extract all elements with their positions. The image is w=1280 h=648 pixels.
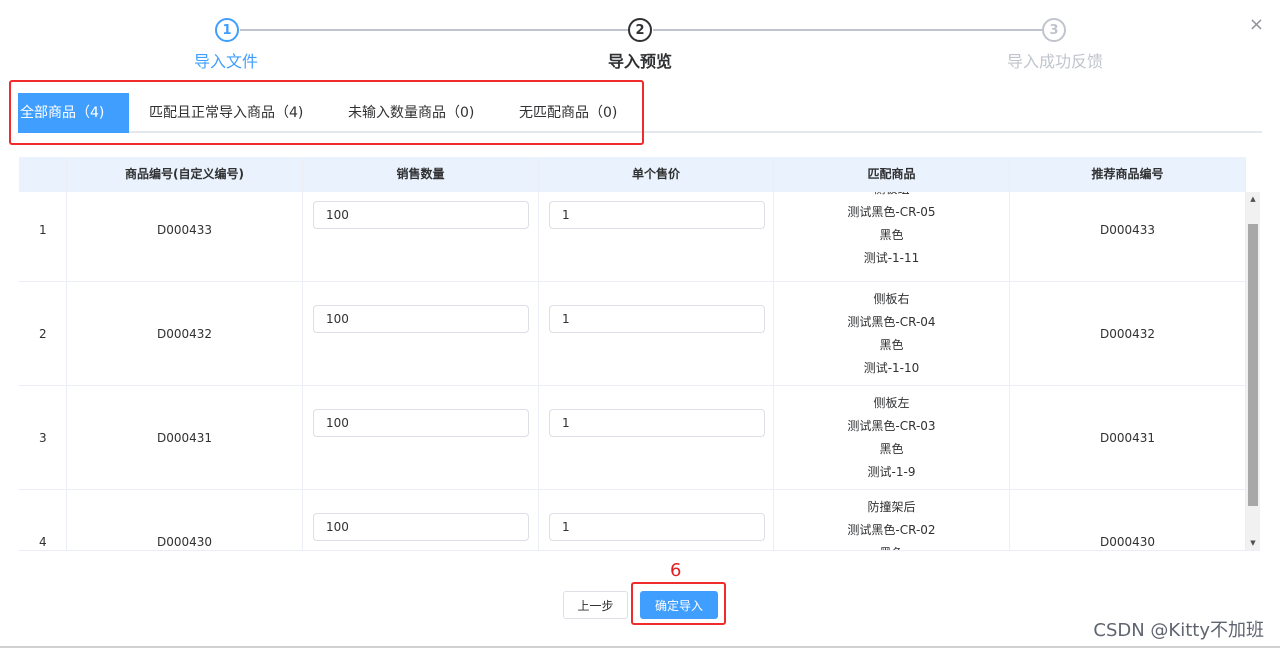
table-row: 3 D000431 100 1 侧板左 测试黑色-CR-03 黑色 测试-1-9…	[19, 386, 1246, 490]
product-filter-tabs: 全部商品（4) 匹配且正常导入商品（4) 未输入数量商品（0) 无匹配商品（0)	[18, 93, 1262, 133]
row-index: 2	[19, 282, 67, 385]
table-scrollbar[interactable]: ▲ ▼	[1246, 192, 1260, 550]
confirm-import-button[interactable]: 确定导入	[640, 591, 718, 619]
matched-product-name: 侧板组	[774, 192, 1009, 201]
product-code: D000430	[67, 490, 303, 550]
product-code: D000431	[67, 386, 303, 489]
quantity-input[interactable]: 100	[313, 305, 529, 333]
matched-product-cell: 侧板组 测试黑色-CR-05 黑色 测试-1-11	[774, 192, 1010, 281]
column-header-recommended-code: 推荐商品编号	[1010, 157, 1246, 192]
step-1-label: 导入文件	[193, 52, 258, 71]
matched-product-spec: 测试-1-9	[867, 465, 916, 479]
tab-all-products[interactable]: 全部商品（4)	[18, 93, 129, 133]
scroll-thumb[interactable]	[1248, 224, 1258, 506]
matched-product-spec: 测试-1-10	[863, 361, 920, 375]
recommended-code: D000431	[1010, 386, 1246, 489]
column-header-matched-product: 匹配商品	[774, 157, 1010, 192]
tab-no-quantity-products[interactable]: 未输入数量商品（0)	[348, 93, 474, 133]
matched-product-model: 测试黑色-CR-02	[847, 523, 936, 537]
matched-product-color: 黑色	[879, 228, 904, 242]
row-index: 3	[19, 386, 67, 489]
recommended-code: D000432	[1010, 282, 1246, 385]
quantity-input[interactable]: 100	[313, 201, 529, 229]
matched-product-name: 侧板右	[873, 292, 910, 306]
table-header: 商品编号(自定义编号) 销售数量 单个售价 匹配商品 推荐商品编号	[19, 157, 1246, 192]
matched-product-model: 测试黑色-CR-03	[847, 419, 936, 433]
annotation-step-number: 6	[670, 560, 682, 581]
step-3-label: 导入成功反馈	[1006, 52, 1103, 71]
matched-product-color: 黑色	[879, 442, 904, 456]
preview-table: 商品编号(自定义编号) 销售数量 单个售价 匹配商品 推荐商品编号 1 D000…	[19, 157, 1260, 551]
table-row: 4 D000430 100 1 防撞架后 测试黑色-CR-02 黑色 D0004…	[19, 490, 1246, 550]
previous-step-button[interactable]: 上一步	[563, 591, 628, 619]
quantity-input[interactable]: 100	[313, 409, 529, 437]
product-code: D000433	[67, 192, 303, 281]
recommended-code: D000430	[1010, 490, 1246, 550]
step-3-circle: 3	[1042, 18, 1066, 42]
matched-product-cell: 侧板左 测试黑色-CR-03 黑色 测试-1-9	[774, 386, 1010, 489]
step-2-circle: 2	[628, 18, 652, 42]
column-header-code: 商品编号(自定义编号)	[67, 157, 303, 192]
matched-product-name: 侧板左	[873, 396, 910, 410]
step-connector	[240, 29, 628, 31]
row-index: 4	[19, 490, 67, 550]
quantity-input[interactable]: 100	[313, 513, 529, 541]
product-code: D000432	[67, 282, 303, 385]
price-input[interactable]: 1	[549, 305, 765, 333]
table-body: 1 D000433 100 1 侧板组 测试黑色-CR-05 黑色 测试-1-1…	[19, 192, 1246, 550]
matched-product-cell: 侧板右 测试黑色-CR-04 黑色 测试-1-10	[774, 282, 1010, 385]
matched-product-model: 测试黑色-CR-05	[847, 205, 936, 219]
step-connector	[653, 29, 1042, 31]
matched-product-color: 黑色	[879, 338, 904, 352]
column-header-price: 单个售价	[539, 157, 774, 192]
close-icon[interactable]: ×	[1249, 14, 1264, 35]
table-row: 2 D000432 100 1 侧板右 测试黑色-CR-04 黑色 测试-1-1…	[19, 282, 1246, 386]
tab-unmatched-products[interactable]: 无匹配商品（0)	[519, 93, 617, 133]
matched-product-name: 防撞架后	[867, 500, 916, 514]
column-header-index	[19, 157, 67, 192]
price-input[interactable]: 1	[549, 201, 765, 229]
scroll-up-arrow-icon[interactable]: ▲	[1246, 192, 1260, 206]
tab-matched-products[interactable]: 匹配且正常导入商品（4)	[149, 93, 303, 133]
step-2-label: 导入预览	[607, 52, 672, 71]
watermark: CSDN @Kitty不加班	[1093, 620, 1264, 641]
column-header-quantity: 销售数量	[303, 157, 539, 192]
matched-product-spec: 测试-1-11	[863, 251, 920, 265]
matched-product-model: 测试黑色-CR-04	[847, 315, 936, 329]
step-1-circle: 1	[215, 18, 239, 42]
scroll-down-arrow-icon[interactable]: ▼	[1246, 536, 1260, 550]
recommended-code: D000433	[1010, 192, 1246, 281]
price-input[interactable]: 1	[549, 409, 765, 437]
matched-product-cell: 防撞架后 测试黑色-CR-02 黑色	[774, 490, 1010, 550]
import-steps: 1 导入文件 2 导入预览 3 导入成功反馈 ×	[0, 0, 1280, 80]
matched-product-color: 黑色	[774, 542, 1009, 550]
price-input[interactable]: 1	[549, 513, 765, 541]
table-row: 1 D000433 100 1 侧板组 测试黑色-CR-05 黑色 测试-1-1…	[19, 192, 1246, 282]
row-index: 1	[19, 192, 67, 281]
